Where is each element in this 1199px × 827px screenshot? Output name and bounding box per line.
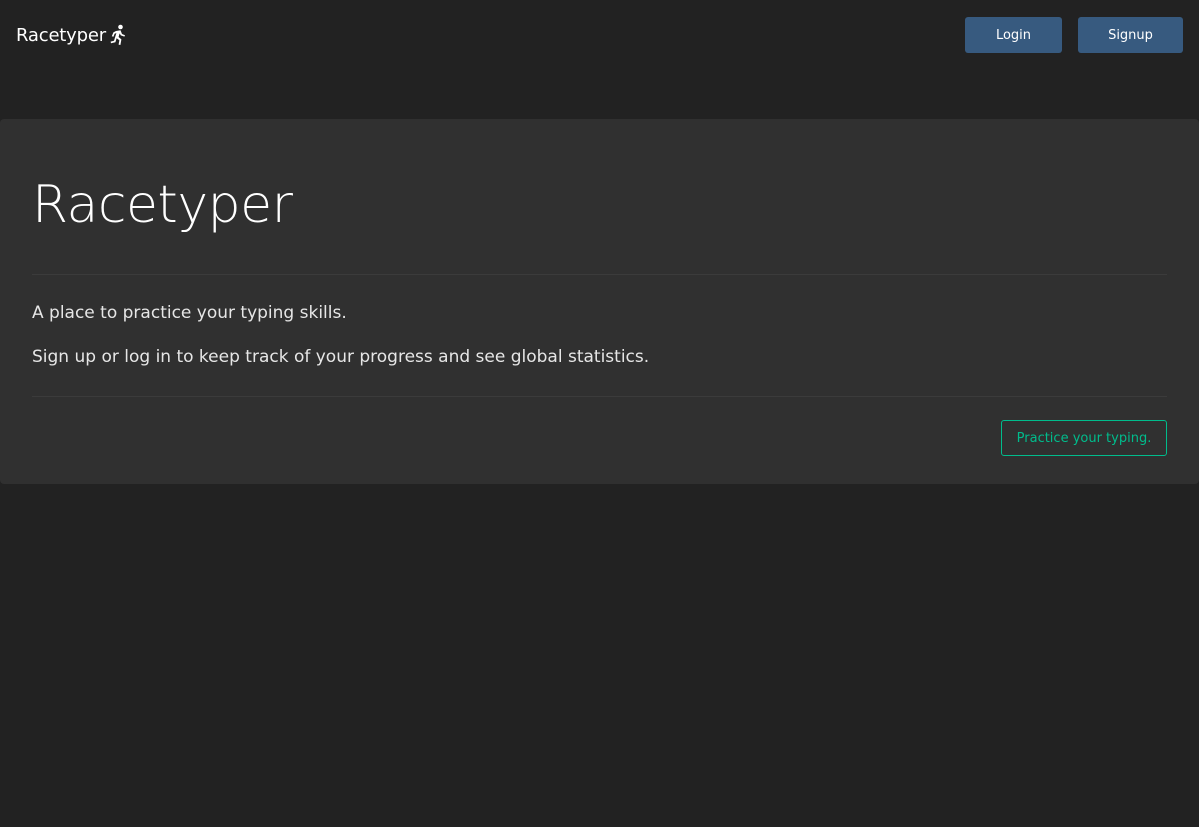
divider: [32, 396, 1167, 397]
login-button[interactable]: Login: [965, 17, 1062, 53]
practice-typing-button[interactable]: Practice your typing.: [1001, 420, 1167, 456]
running-person-icon: [109, 24, 127, 46]
lead-text-signup: Sign up or log in to keep track of your …: [32, 347, 650, 367]
navbar: Racetyper Login Signup: [0, 0, 1199, 70]
brand-link[interactable]: Racetyper: [16, 22, 127, 48]
page-title: Racetyper: [32, 175, 293, 235]
divider: [32, 274, 1167, 275]
brand-label: Racetyper: [16, 24, 106, 46]
signup-button[interactable]: Signup: [1078, 17, 1183, 53]
lead-text-intro: A place to practice your typing skills.: [32, 303, 347, 323]
jumbotron: Racetyper A place to practice your typin…: [0, 119, 1199, 484]
